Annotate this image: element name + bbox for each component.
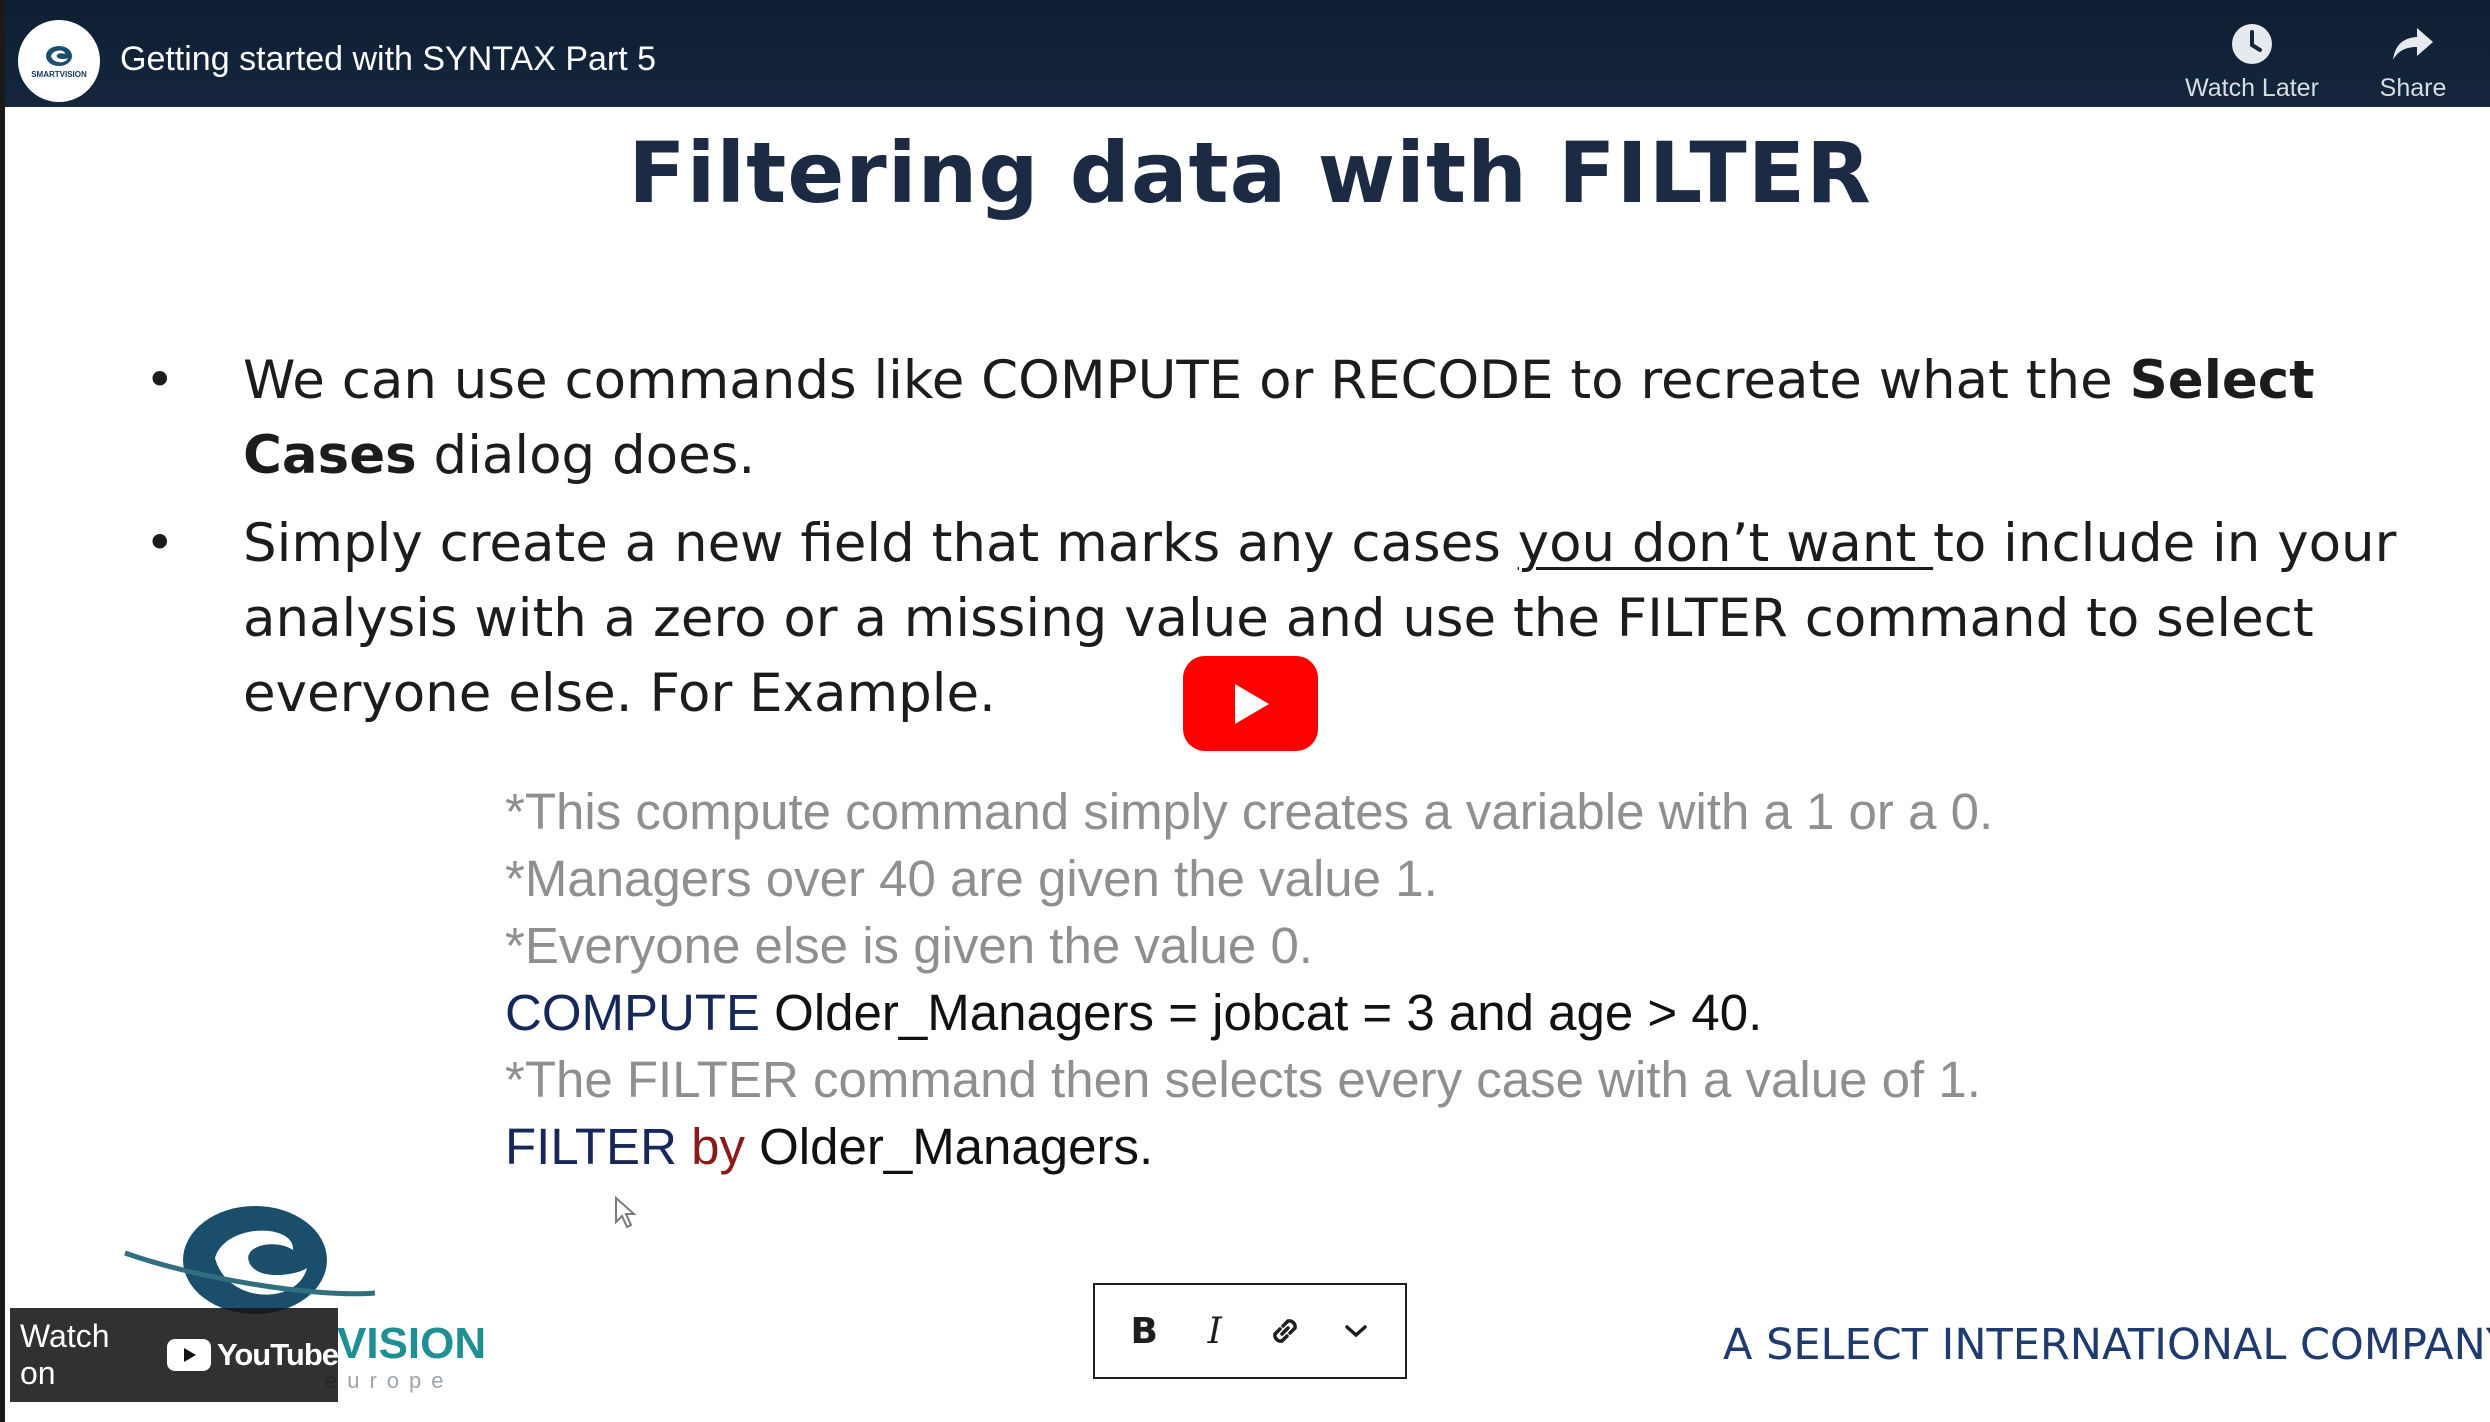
watch-later-button[interactable]: Watch Later xyxy=(2177,22,2327,103)
channel-avatar-text: SMARTVISION xyxy=(31,69,87,79)
bullet-text: Simply create a new field that marks any… xyxy=(243,506,2405,731)
share-button[interactable]: Share xyxy=(2377,22,2449,103)
more-options-button[interactable] xyxy=(1328,1303,1384,1359)
youtube-wordmark: YouTube xyxy=(217,1337,339,1372)
chevron-down-icon xyxy=(1345,1325,1367,1338)
format-toolbar: B I xyxy=(1093,1283,1407,1379)
play-triangle-icon xyxy=(1234,683,1269,724)
logo-text: VISION xyxy=(337,1319,485,1368)
play-button[interactable] xyxy=(1183,656,1318,751)
video-title[interactable]: Getting started with SYNTAX Part 5 xyxy=(120,40,656,79)
link-icon xyxy=(1273,1319,1298,1343)
logo-subtext: europe xyxy=(325,1368,454,1393)
video-top-bar: SMARTVISION Getting started with SYNTAX … xyxy=(5,0,2490,107)
filter-keyword: FILTER xyxy=(505,1118,677,1175)
share-arrow-icon xyxy=(2393,28,2433,60)
bullet-text-part: dialog does. xyxy=(416,425,756,486)
smartvision-swirl-icon xyxy=(46,45,72,66)
link-button[interactable] xyxy=(1257,1303,1313,1359)
bullet-dot: • xyxy=(145,351,175,409)
watch-on-label: Watch on xyxy=(20,1318,110,1391)
watch-on-youtube-button[interactable]: Watch on YouTube xyxy=(10,1308,339,1402)
code-comment-line: *This compute command simply creates a v… xyxy=(505,783,1994,840)
youtube-play-icon xyxy=(167,1339,211,1371)
channel-avatar[interactable]: SMARTVISION xyxy=(18,20,100,102)
code-comment-line: *The FILTER command then selects every c… xyxy=(505,1051,1981,1108)
syntax-code-block: *This compute command simply creates a v… xyxy=(505,778,2205,1180)
share-label: Share xyxy=(2379,74,2447,102)
bullet-text-part: We can use commands like COMPUTE or RECO… xyxy=(243,350,2130,411)
company-tagline: A SELECT INTERNATIONAL COMPANY xyxy=(1723,1320,2490,1370)
compute-expression: Older_Managers = jobcat = 3 and age > 40… xyxy=(760,984,1763,1041)
code-comment-line: *Everyone else is given the value 0. xyxy=(505,917,1313,974)
code-filter-line: FILTER by Older_Managers. xyxy=(505,1113,2205,1180)
code-comment-line: *Managers over 40 are given the value 1. xyxy=(505,850,1438,907)
bullet-dot: • xyxy=(145,514,175,572)
bold-button[interactable]: B xyxy=(1116,1303,1172,1359)
mouse-pointer-icon xyxy=(615,1196,637,1229)
bullet-text-part: Simply create a new field that marks any… xyxy=(243,513,1518,574)
compute-keyword: COMPUTE xyxy=(505,984,760,1041)
by-keyword: by xyxy=(691,1118,745,1175)
watch-later-label: Watch Later xyxy=(2185,74,2319,102)
slide-title: Filtering data with FILTER xyxy=(628,124,1872,222)
youtube-logo: YouTube xyxy=(167,1337,339,1373)
clock-icon xyxy=(2232,24,2272,64)
code-compute-line: COMPUTE Older_Managers = jobcat = 3 and … xyxy=(505,979,2205,1046)
filter-expression: Older_Managers. xyxy=(759,1118,1154,1175)
italic-button[interactable]: I xyxy=(1187,1303,1243,1359)
bullet-item: • We can use commands like COMPUTE or RE… xyxy=(145,343,2405,493)
video-player[interactable]: SMARTVISION Getting started with SYNTAX … xyxy=(0,0,2490,1422)
bullet-text: We can use commands like COMPUTE or RECO… xyxy=(243,343,2405,493)
bullet-underlined-text: you don’t want xyxy=(1517,513,1934,574)
